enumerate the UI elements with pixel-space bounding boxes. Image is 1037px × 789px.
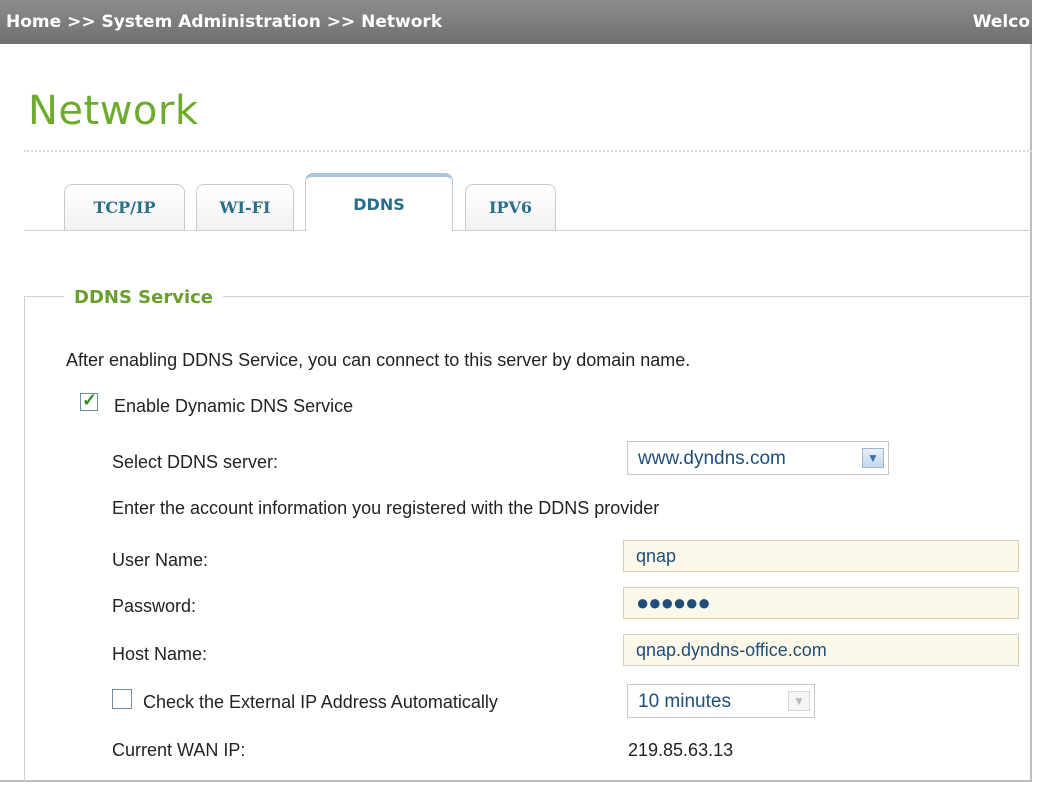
auto-check-ip-label: Check the External IP Address Automatica…: [143, 692, 498, 712]
wan-ip-label: Current WAN IP:: [112, 740, 246, 760]
network-settings-window: Home >> System Administration >> Network…: [0, 0, 1032, 782]
title-divider: [24, 150, 1032, 152]
username-value: qnap: [636, 546, 677, 566]
password-label: Password:: [112, 596, 197, 616]
hostname-value: qnap.dyndns-office.com: [636, 640, 827, 660]
check-interval-select[interactable]: 10 minutes ▼: [627, 684, 815, 718]
page-title: Network: [28, 88, 199, 134]
tab-tcpip[interactable]: TCP/IP: [64, 184, 185, 230]
chevron-down-icon[interactable]: ▼: [862, 448, 884, 468]
enable-ddns-label: Enable Dynamic DNS Service: [114, 396, 354, 416]
tab-baseline: [24, 230, 1032, 231]
ddns-server-select[interactable]: www.dyndns.com ▼: [627, 441, 889, 475]
hostname-input[interactable]: qnap.dyndns-office.com: [623, 634, 1019, 666]
chevron-down-icon[interactable]: ▼: [788, 691, 810, 711]
breadcrumb[interactable]: Home >> System Administration >> Network: [6, 12, 442, 32]
enable-ddns-checkbox[interactable]: [80, 390, 98, 411]
auto-check-ip-checkbox[interactable]: [112, 689, 132, 709]
ddns-server-value: www.dyndns.com: [638, 448, 786, 469]
tab-ipv6[interactable]: IPV6: [465, 184, 556, 230]
password-input[interactable]: ●●●●●●: [623, 587, 1019, 619]
tab-wifi[interactable]: WI-FI: [196, 184, 294, 230]
tab-ddns[interactable]: DDNS: [305, 173, 453, 231]
top-bar: Home >> System Administration >> Network…: [0, 0, 1032, 44]
username-label: User Name:: [112, 550, 209, 570]
ddns-description: After enabling DDNS Service, you can con…: [66, 350, 691, 370]
check-interval-value: 10 minutes: [638, 691, 731, 712]
ddns-server-label: Select DDNS server:: [112, 452, 279, 472]
account-info-text: Enter the account information you regist…: [112, 498, 660, 518]
password-value: ●●●●●●: [636, 590, 711, 615]
ddns-section-title: DDNS Service: [64, 287, 224, 308]
username-input[interactable]: qnap: [623, 540, 1019, 572]
hostname-label: Host Name:: [112, 644, 208, 664]
welcome-text: Welco: [972, 12, 1030, 32]
wan-ip-value: 219.85.63.13: [628, 740, 734, 760]
